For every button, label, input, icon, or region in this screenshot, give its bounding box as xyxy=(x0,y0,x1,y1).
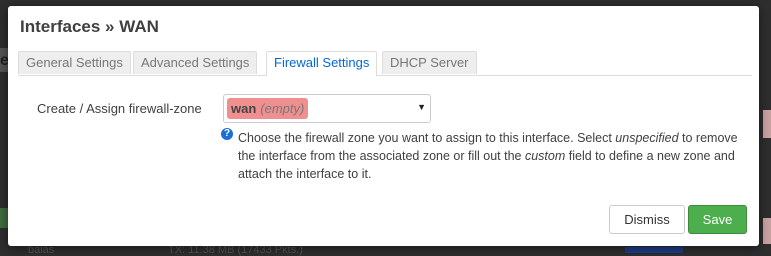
background-blue-button xyxy=(625,247,683,253)
tab-dhcp-server[interactable]: DHCP Server xyxy=(382,51,477,74)
tab-bar: General Settings Advanced Settings Firew… xyxy=(18,51,752,76)
modal-title: Interfaces » WAN xyxy=(20,17,159,36)
chevron-down-icon: ▼ xyxy=(417,102,426,112)
interface-modal: Interfaces » WAN General Settings Advanc… xyxy=(8,6,759,246)
help-text-part: Choose the firewall zone you want to ass… xyxy=(238,131,616,145)
tab-general-settings[interactable]: General Settings xyxy=(18,51,131,74)
zone-status: (empty) xyxy=(260,101,305,116)
zone-badge: wan (empty) xyxy=(227,98,309,119)
background-red-cell xyxy=(763,218,771,244)
zone-name: wan xyxy=(231,101,257,116)
dismiss-button[interactable]: Dismiss xyxy=(609,205,685,234)
save-button[interactable]: Save xyxy=(688,205,747,234)
firewall-zone-label: Create / Assign firewall-zone xyxy=(37,101,202,116)
firewall-zone-select[interactable]: wan (empty) ▼ xyxy=(223,94,431,123)
background-red-cell xyxy=(763,110,771,138)
tab-firewall-settings[interactable]: Firewall Settings xyxy=(266,51,378,76)
tab-advanced-settings[interactable]: Advanced Settings xyxy=(133,51,258,74)
help-description: Choose the firewall zone you want to ass… xyxy=(238,129,748,183)
help-icon: ? xyxy=(221,128,233,140)
help-text-emphasis: unspecified xyxy=(615,131,679,145)
background-green-cell xyxy=(0,208,8,228)
help-text-emphasis: custom xyxy=(524,149,566,163)
